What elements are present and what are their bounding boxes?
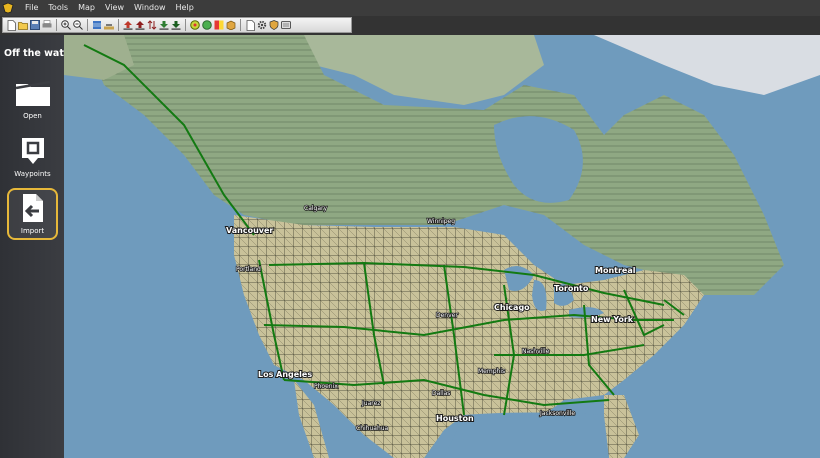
document-icon[interactable]: [245, 19, 255, 31]
city-jacksonville[interactable]: Jacksonville: [538, 409, 576, 418]
city-portland[interactable]: Portland: [235, 265, 262, 274]
import-label: Import: [20, 227, 45, 235]
zoom-out-icon[interactable]: [73, 20, 83, 31]
map-canvas[interactable]: Vancouver Calgary Winnipeg Portland Mont…: [64, 35, 820, 458]
shield-icon[interactable]: [269, 20, 279, 31]
settings-icon[interactable]: [257, 20, 267, 31]
menu-help[interactable]: Help: [171, 0, 199, 16]
menu-view[interactable]: View: [100, 0, 129, 16]
import-icon: [13, 190, 53, 226]
app-logo-icon: [0, 0, 16, 16]
open-label: Open: [23, 112, 42, 120]
menu-window[interactable]: Window: [129, 0, 171, 16]
menu-tools[interactable]: Tools: [43, 0, 73, 16]
print-icon[interactable]: [42, 20, 52, 31]
city-chihuahua[interactable]: Chihuahua: [355, 424, 389, 433]
city-nashville[interactable]: Nashville: [521, 347, 550, 356]
upload-route-icon[interactable]: [135, 20, 145, 31]
city-new-york[interactable]: New York: [590, 314, 635, 325]
toolbar-separator: [56, 19, 57, 31]
device-icon[interactable]: [281, 20, 291, 31]
map-view[interactable]: Vancouver Calgary Winnipeg Portland Mont…: [64, 35, 820, 458]
save-icon[interactable]: [30, 20, 40, 31]
city-denver[interactable]: Denver: [435, 311, 459, 320]
folder-icon: [13, 75, 53, 111]
city-juarez[interactable]: Juarez: [360, 399, 381, 408]
city-dallas[interactable]: Dallas: [431, 389, 451, 398]
toolbar-strip: [2, 17, 352, 33]
gps-icon[interactable]: [190, 20, 200, 31]
toolbar-separator: [185, 19, 186, 31]
layers-icon[interactable]: [92, 20, 102, 31]
toolbar: [0, 16, 820, 35]
city-houston[interactable]: Houston: [435, 413, 475, 424]
new-file-icon[interactable]: [6, 19, 16, 31]
zoom-in-icon[interactable]: [61, 20, 71, 31]
toolbar-separator: [240, 19, 241, 31]
transfer-icon[interactable]: [147, 20, 157, 31]
globe-icon[interactable]: [202, 20, 212, 31]
open-folder-icon[interactable]: [18, 20, 28, 31]
sidebar: Off the water Open Waypoints Import: [0, 35, 75, 458]
route-icon[interactable]: [104, 20, 114, 31]
waypoints-label: Waypoints: [14, 170, 51, 178]
city-phoenix[interactable]: Phoenix: [313, 382, 339, 391]
open-button[interactable]: Open: [7, 75, 58, 127]
menu-map[interactable]: Map: [73, 0, 100, 16]
menu-file[interactable]: File: [20, 0, 43, 16]
palette-icon[interactable]: [214, 20, 224, 31]
download-route-icon[interactable]: [171, 20, 181, 31]
city-vancouver[interactable]: Vancouver: [225, 225, 274, 236]
city-los-angeles[interactable]: Los Angeles: [257, 369, 313, 380]
package-icon[interactable]: [226, 20, 236, 31]
waypoints-button[interactable]: Waypoints: [7, 133, 58, 185]
toolbar-separator: [118, 19, 119, 31]
city-winnipeg[interactable]: Winnipeg: [426, 217, 456, 226]
city-montreal[interactable]: Montreal: [594, 265, 637, 276]
toolbar-separator: [87, 19, 88, 31]
city-memphis[interactable]: Memphis: [477, 367, 506, 376]
download-icon[interactable]: [159, 20, 169, 31]
import-button[interactable]: Import: [7, 188, 58, 240]
menu-bar: File Tools Map View Window Help: [0, 0, 820, 16]
waypoint-icon: [13, 133, 53, 169]
upload-icon[interactable]: [123, 20, 133, 31]
city-toronto[interactable]: Toronto: [553, 283, 590, 294]
city-chicago[interactable]: Chicago: [493, 302, 531, 313]
city-calgary[interactable]: Calgary: [303, 204, 328, 213]
